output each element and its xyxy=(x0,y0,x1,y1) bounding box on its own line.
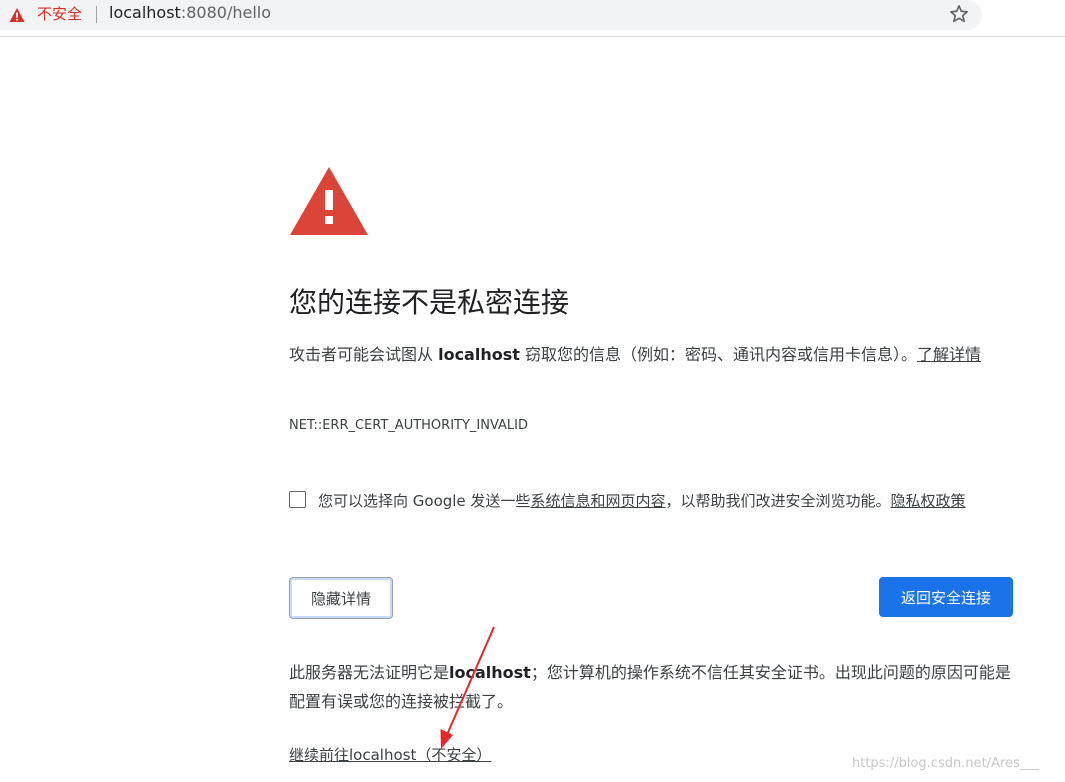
browser-toolbar: 不安全 localhost:8080/hello xyxy=(0,0,1065,37)
extended-reporting-row: 您可以选择向 Google 发送一些系统信息和网页内容，以帮助我们改进安全浏览功… xyxy=(289,490,1029,514)
proceed-unsafe-link[interactable]: 继续前往localhost（不安全） xyxy=(289,745,491,765)
checkbox-text-middle: ，以帮助我们改进安全浏览功能。 xyxy=(665,492,891,510)
intro-paragraph: 攻击者可能会试图从 localhost 窃取您的信息（例如：密码、通讯内容或信用… xyxy=(289,340,1013,369)
intro-prefix: 攻击者可能会试图从 xyxy=(289,345,439,364)
hide-details-button[interactable]: 隐藏详情 xyxy=(289,577,393,619)
privacy-policy-link[interactable]: 隐私权政策 xyxy=(890,492,965,510)
error-code: NET::ERR_CERT_AUTHORITY_INVALID xyxy=(289,418,529,433)
url-text[interactable]: localhost:8080/hello xyxy=(109,3,271,23)
intro-host: localhost xyxy=(438,345,520,364)
extended-reporting-label: 您可以选择向 Google 发送一些系统信息和网页内容，以帮助我们改进安全浏览功… xyxy=(318,490,965,512)
omnibox-divider xyxy=(96,6,97,23)
details-prefix: 此服务器无法证明它是 xyxy=(289,663,450,682)
url-host: localhost xyxy=(109,3,181,22)
checkbox-text-prefix: 您可以选择向 Google 发送一些 xyxy=(318,492,531,510)
omnibox[interactable]: 不安全 localhost:8080/hello xyxy=(0,0,982,30)
url-path: :8080/hello xyxy=(180,3,271,22)
watermark: https://blog.csdn.net/Ares___ xyxy=(852,756,1040,771)
star-icon[interactable] xyxy=(948,3,970,25)
details-paragraph: 此服务器无法证明它是localhost；您计算机的操作系统不信任其安全证书。出现… xyxy=(289,658,1013,716)
details-host: localhost xyxy=(449,663,531,682)
security-status-label[interactable]: 不安全 xyxy=(37,4,82,24)
page-title: 您的连接不是私密连接 xyxy=(289,286,570,319)
extended-reporting-checkbox[interactable] xyxy=(289,491,306,508)
back-to-safety-button[interactable]: 返回安全连接 xyxy=(879,577,1013,617)
intro-suffix: 窃取您的信息（例如：密码、通讯内容或信用卡信息）。 xyxy=(519,345,917,364)
learn-more-link[interactable]: 了解详情 xyxy=(917,345,981,364)
system-info-link[interactable]: 系统信息和网页内容 xyxy=(530,492,665,510)
warning-triangle-icon[interactable] xyxy=(9,7,25,23)
warning-triangle-icon xyxy=(290,167,368,235)
